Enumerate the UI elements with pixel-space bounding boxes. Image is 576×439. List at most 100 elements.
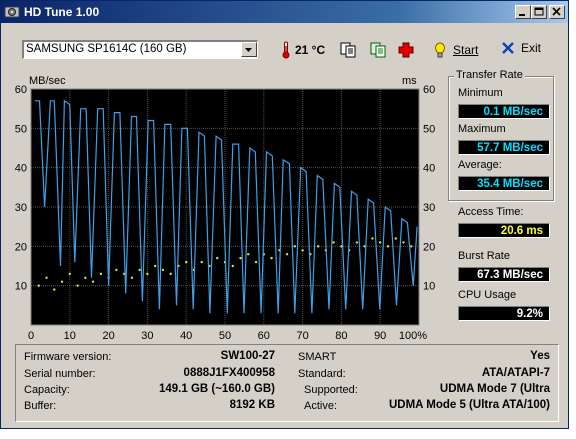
- smart-value: Yes: [530, 350, 550, 362]
- drive-select[interactable]: SAMSUNG SP1614C (160 GB): [22, 40, 258, 59]
- capacity-label: Capacity:: [24, 384, 70, 396]
- app-icon: [4, 6, 20, 18]
- capacity-value: 149.1 GB (~160.0 GB): [158, 383, 275, 395]
- access-time-value: 20.6 ms: [458, 223, 550, 238]
- copy-text-icon[interactable]: [369, 41, 387, 59]
- buffer-value: 8192 KB: [229, 399, 275, 411]
- x-tick-label: 30: [141, 330, 153, 341]
- y-tick-label-right: 60: [423, 84, 435, 96]
- y-tick-label-right: 40: [423, 163, 435, 175]
- access-time-point: [45, 276, 48, 279]
- window-title: HD Tune 1.00: [24, 5, 100, 19]
- minimize-icon: [519, 14, 525, 16]
- x-tick-label: 40: [180, 330, 192, 341]
- access-time-point: [91, 280, 95, 283]
- access-time-point: [394, 237, 397, 240]
- minimum-label: Minimum: [458, 87, 503, 99]
- access-time-point: [185, 260, 188, 264]
- serial-value: 0888J1FX400958: [183, 367, 275, 379]
- benchmark-graph-panel: MB/sec ms 60 60 50 50 40 40 30 30 20 20 10 10 0 10 20 3…: [7, 71, 439, 341]
- access-time-point: [231, 264, 234, 268]
- access-time-point: [130, 276, 134, 279]
- supported-label: Supported:: [304, 384, 358, 396]
- maximize-icon: [534, 7, 544, 16]
- maximum-value: 57.7 MB/sec: [458, 140, 550, 155]
- close-icon: [552, 7, 561, 16]
- x-tick-label: 80: [335, 330, 347, 341]
- minimize-button[interactable]: [515, 5, 531, 19]
- access-time-point: [386, 245, 390, 248]
- drive-info-panel: Firmware version: SW100-27 Serial number…: [15, 344, 559, 422]
- x-tick-label: 60: [258, 330, 270, 341]
- active-label: Active:: [304, 400, 338, 412]
- start-button[interactable]: Start: [433, 41, 478, 59]
- access-time-point: [371, 237, 374, 240]
- title-bar[interactable]: HD Tune 1.00: [1, 1, 568, 23]
- supported-value: UDMA Mode 7 (Ultra: [439, 383, 550, 395]
- firmware-value: SW100-27: [220, 350, 275, 362]
- y-tick-label-left: 10: [15, 281, 27, 293]
- access-time-point: [239, 256, 242, 260]
- lightbulb-icon: [435, 42, 445, 58]
- cpu-usage-value: 9.2%: [458, 306, 550, 321]
- chevron-down-icon: [245, 48, 252, 52]
- y-tick-label-left: 20: [15, 241, 27, 253]
- active-value: UDMA Mode 5 (Ultra ATA/100): [388, 399, 550, 411]
- maximum-label: Maximum: [458, 123, 506, 135]
- average-value: 35.4 MB/sec: [458, 176, 550, 191]
- burst-rate-label: Burst Rate: [458, 250, 510, 262]
- standard-value: ATA/ATAPI-7: [481, 367, 550, 379]
- average-label: Average:: [458, 159, 502, 171]
- buffer-label: Buffer:: [24, 400, 57, 412]
- transfer-rate-title: Transfer Rate: [454, 69, 525, 81]
- access-time-point: [410, 245, 413, 248]
- x-tick-label: 90: [374, 330, 386, 341]
- y-tick-label-right: 50: [423, 123, 435, 135]
- access-time-point: [153, 264, 157, 268]
- access-time-point: [301, 249, 304, 252]
- access-time-point: [379, 241, 382, 244]
- y-tick-label-left: 40: [15, 163, 27, 175]
- access-time-point: [216, 256, 219, 260]
- exit-button[interactable]: Exit: [501, 41, 541, 55]
- minimum-value: 0.1 MB/sec: [458, 104, 550, 119]
- burst-rate-value: 67.3 MB/sec: [458, 267, 550, 282]
- dropdown-arrow-button[interactable]: [241, 42, 257, 57]
- smart-label: SMART: [298, 351, 337, 363]
- access-time-point: [316, 245, 320, 248]
- temperature-value: 21 °C: [295, 43, 326, 57]
- access-time-point: [270, 256, 273, 260]
- x-tick-label: 20: [102, 330, 114, 341]
- access-time-point: [99, 272, 103, 276]
- y-tick-label-right: 30: [423, 202, 435, 214]
- thermometer-icon: [282, 41, 290, 59]
- access-time-point: [161, 268, 165, 272]
- access-time-point: [247, 253, 250, 256]
- x-tick-label: 0: [28, 330, 34, 341]
- x-tick-label: 10: [64, 330, 76, 341]
- close-button[interactable]: [549, 5, 565, 19]
- health-cross-icon[interactable]: [397, 41, 415, 59]
- x-tick-label: 50: [219, 330, 231, 341]
- firmware-label: Firmware version:: [24, 351, 112, 363]
- access-time-point: [254, 260, 258, 264]
- standard-label: Standard:: [298, 368, 346, 380]
- app-window: HD Tune 1.00 SAMSUNG SP1614C (160 GB) 21…: [0, 0, 569, 429]
- access-time-point: [60, 280, 64, 283]
- x-tick-label: 100%: [399, 330, 427, 341]
- benchmark-chart: 60 60 50 50 40 40 30 30 20 20 10 10 0 10 20 30 40 50 60 70 8…: [15, 84, 436, 341]
- maximize-button[interactable]: [531, 5, 547, 19]
- access-time-point: [37, 284, 40, 287]
- exit-x-icon: [502, 42, 514, 54]
- access-time-point: [68, 272, 71, 276]
- access-time-point: [84, 276, 87, 279]
- y-tick-label-right: 20: [423, 241, 435, 253]
- access-time-point: [169, 272, 172, 276]
- x-tick-label: 70: [296, 330, 308, 341]
- exit-label: Exit: [521, 41, 542, 55]
- copy-icon[interactable]: [339, 41, 357, 59]
- start-label: Start: [453, 43, 479, 57]
- y-tick-label-left: 30: [15, 202, 27, 214]
- access-time-point: [115, 268, 118, 272]
- access-time-point: [402, 241, 405, 244]
